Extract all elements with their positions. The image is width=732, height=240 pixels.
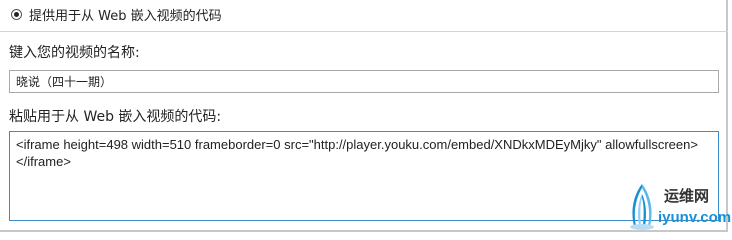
embed-code-textarea[interactable] <box>9 131 719 221</box>
watermark-site-domain: iyunv.com <box>658 209 732 226</box>
radio-selected-dot <box>14 11 19 17</box>
embed-code-label: 粘贴用于从 Web 嵌入视频的代码: <box>9 109 222 125</box>
site-watermark: 运维网 iyunv.com <box>624 180 732 232</box>
video-name-label: 键入您的视频的名称: <box>9 45 140 61</box>
video-name-input[interactable] <box>9 70 719 93</box>
watermark-logo-icon <box>630 184 654 230</box>
embed-option-row[interactable]: 提供用于从 Web 嵌入视频的代码 <box>11 4 222 24</box>
embed-option-label: 提供用于从 Web 嵌入视频的代码 <box>29 8 222 24</box>
watermark-site-name: 运维网 <box>664 187 710 205</box>
section-divider <box>0 31 728 32</box>
embed-option-radio[interactable] <box>11 8 22 20</box>
